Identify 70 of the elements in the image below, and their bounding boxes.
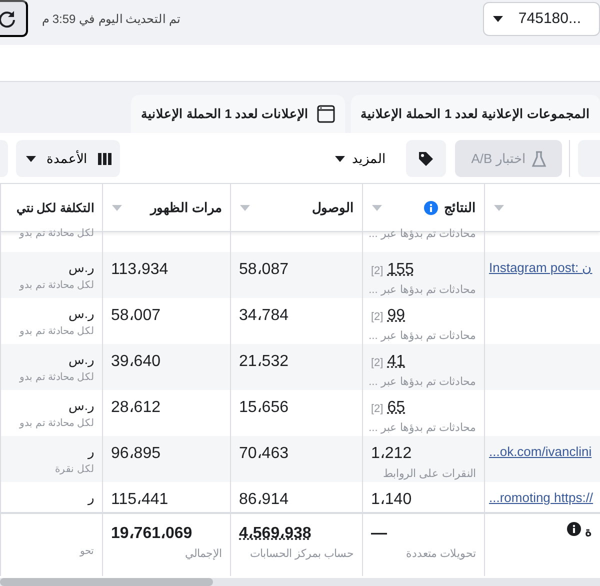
result-total: — — [371, 524, 388, 544]
caret-icon — [492, 14, 504, 24]
result-value: 1،212 — [371, 444, 412, 464]
cost-value: ر.س — [67, 351, 94, 370]
cost-value: ر.س — [67, 305, 94, 324]
impressions-value: 96،895 — [111, 444, 162, 464]
impressions-value: 58،007 — [111, 306, 162, 326]
sort-caret-icon[interactable] — [371, 202, 383, 212]
ad-name-link[interactable]: ...romoting https:// — [489, 488, 592, 508]
cost-type: تحو — [78, 545, 94, 559]
more-dropdown[interactable]: المزيد — [328, 140, 392, 177]
footnote-mark: [2] — [371, 264, 384, 279]
column-header[interactable]: مرات الظهور — [102, 184, 230, 231]
tag-icon — [418, 150, 434, 166]
reach-value: 70،463 — [239, 444, 290, 464]
cost-type: لكل محادثة تم بدو — [18, 278, 94, 292]
footnote-mark: [2] — [371, 310, 384, 325]
cost-value: ر — [86, 489, 94, 508]
result-value: 1،140 — [371, 490, 412, 510]
footnote-mark: [2] — [371, 356, 384, 371]
cost-value: ر.س — [67, 397, 94, 416]
flask-icon — [532, 150, 546, 166]
impressions-value: 39،640 — [111, 352, 162, 372]
impressions-value: 113،934 — [111, 260, 170, 280]
reach-value: 21،532 — [239, 352, 290, 372]
refresh-icon — [0, 10, 16, 28]
result-type: محادثات تم بدؤها عبر ... — [371, 421, 476, 436]
columns-button[interactable]: الأعمدة — [16, 140, 120, 177]
impressions-total: 19،761،069 — [111, 524, 194, 544]
caret-icon — [334, 154, 346, 164]
reach-value: 34،784 — [239, 306, 290, 326]
updated-time-text: تم التحديث اليوم في 3:59 م — [42, 11, 180, 28]
cost-type: لكل نقرة — [54, 462, 94, 476]
ad-name-link[interactable]: ...ok.com/ivanclini — [489, 442, 592, 462]
reach-total: 4،569،938 — [239, 524, 312, 544]
result-value: 41 — [387, 352, 406, 372]
result-type: تحويلات متعددة — [404, 547, 476, 562]
reach-value: 15،656 — [239, 398, 290, 418]
result-value: 155 — [387, 260, 414, 280]
reach-note: حساب بمركز الحسابات — [248, 547, 354, 562]
total-label: ة — [585, 523, 592, 541]
window-icon — [316, 105, 335, 123]
sort-caret-icon[interactable] — [493, 202, 505, 212]
footnote-mark: [2] — [371, 402, 384, 417]
sort-caret-icon[interactable] — [239, 202, 251, 212]
reach-value: 86،914 — [239, 490, 290, 510]
info-icon — [567, 522, 581, 536]
column-header[interactable]: الوصول — [230, 184, 362, 231]
refresh-button[interactable] — [0, 0, 28, 37]
ad-name-link[interactable]: Instagram post: ن — [489, 258, 592, 278]
cost-type: لكل محادثة تم بدو — [18, 370, 94, 384]
tag-button[interactable] — [406, 140, 446, 177]
result-type: محادثات تم بدؤها عبر ... — [371, 283, 476, 298]
impressions-value: 28،612 — [111, 398, 162, 418]
cost-value: ر — [86, 443, 94, 462]
account-dropdown[interactable]: ...745180 — [483, 2, 600, 36]
cost-type: لكل محادثة تم بدو — [18, 416, 94, 430]
result-type: محادثات تم بدؤها عبر ... — [371, 375, 476, 390]
columns-icon — [98, 152, 112, 164]
result-type: النقرات على الروابط — [382, 467, 476, 482]
cost-value: ر.س — [67, 259, 94, 278]
result-value: 65 — [387, 398, 406, 418]
impressions-value: 115،441 — [111, 490, 170, 510]
result-value: 99 — [387, 306, 406, 326]
sort-caret-icon[interactable] — [111, 202, 123, 212]
result-type: محادثات تم بدؤها عبر ... — [371, 329, 476, 344]
caret-icon — [24, 154, 36, 164]
total-label: الإجمالي — [184, 547, 222, 562]
reach-value: 58،087 — [239, 260, 290, 280]
cost-type: لكل محادثة تم بدو — [18, 324, 94, 338]
